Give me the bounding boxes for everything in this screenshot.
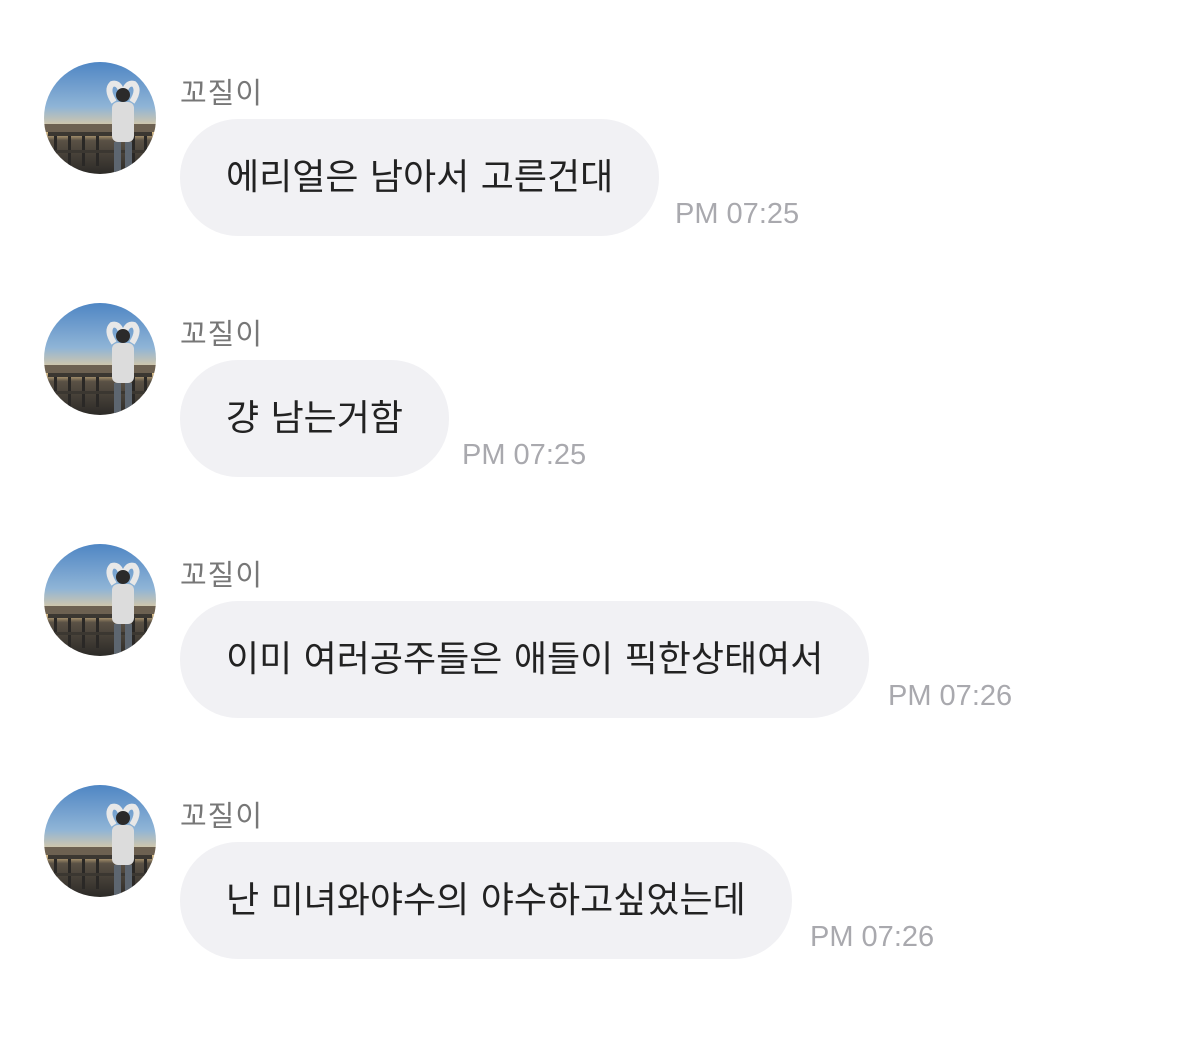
message-bubble[interactable]: 이미 여러공주들은 애들이 픽한상태여서	[180, 601, 870, 718]
sender-name: 꼬질이	[180, 317, 264, 351]
profile-photo-avatar	[44, 562, 156, 654]
message-timestamp: PM 07:25	[675, 198, 800, 230]
avatar[interactable]	[44, 544, 156, 656]
chat-message: 꼬질이 난 미녀와야수의 야수하고싶었는데 PM 07:26	[0, 785, 1200, 985]
sender-name: 꼬질이	[180, 76, 264, 110]
message-bubble[interactable]: 난 미녀와야수의 야수하고싶었는데	[180, 842, 792, 959]
profile-photo-avatar	[44, 80, 156, 172]
chat-message: 꼬질이 걍 남는거함 PM 07:25	[0, 303, 1200, 503]
chat-message: 꼬질이 에리얼은 남아서 고른건대 PM 07:25	[0, 62, 1200, 262]
sender-name: 꼬질이	[180, 558, 264, 592]
profile-photo-avatar	[44, 321, 156, 413]
avatar[interactable]	[44, 62, 156, 174]
chat-message: 꼬질이 이미 여러공주들은 애들이 픽한상태여서 PM 07:26	[0, 544, 1200, 744]
message-bubble[interactable]: 에리얼은 남아서 고른건대	[180, 119, 660, 236]
avatar[interactable]	[44, 785, 156, 897]
sender-name: 꼬질이	[180, 799, 264, 833]
profile-photo-avatar	[44, 803, 156, 895]
message-timestamp: PM 07:26	[810, 921, 935, 953]
message-timestamp: PM 07:25	[462, 439, 587, 471]
message-bubble[interactable]: 걍 남는거함	[180, 360, 450, 477]
message-timestamp: PM 07:26	[888, 680, 1013, 712]
avatar[interactable]	[44, 303, 156, 415]
